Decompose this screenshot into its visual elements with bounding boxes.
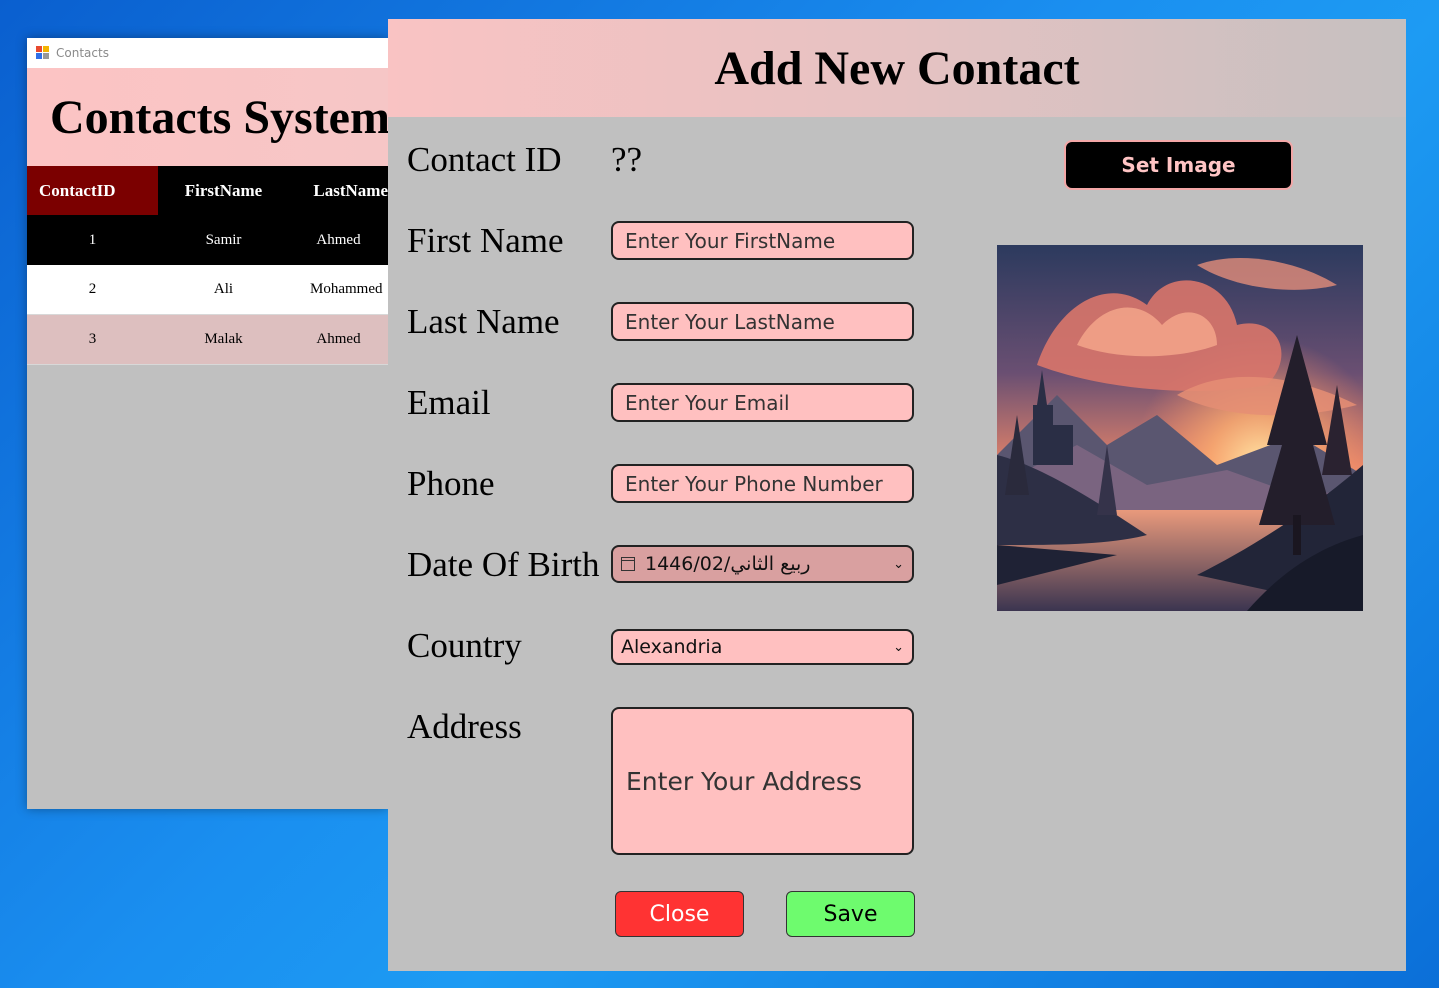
calendar-icon: [621, 557, 635, 571]
cell-id: 1: [88, 231, 97, 248]
contact-id-label: Contact ID: [407, 140, 562, 179]
cell-firstname: Ali: [213, 281, 234, 297]
chevron-down-icon[interactable]: ⌄: [893, 640, 904, 655]
address-textarea[interactable]: Enter Your Address: [611, 707, 914, 855]
contacts-titlebar[interactable]: Contacts: [27, 38, 388, 68]
phone-label: Phone: [407, 464, 495, 503]
column-header-firstname[interactable]: FirstName: [158, 166, 289, 215]
first-name-label: First Name: [407, 221, 564, 260]
landscape-image: [997, 245, 1363, 611]
last-name-label: Last Name: [407, 302, 560, 341]
email-label: Email: [407, 383, 491, 422]
cell-lastname: Ahmed: [316, 331, 361, 347]
cell-firstname: Malak: [204, 331, 243, 347]
last-name-input[interactable]: [611, 302, 914, 341]
cell-id: 3: [88, 331, 97, 347]
contacts-system-header: Contacts System: [27, 68, 388, 166]
date-of-birth-picker[interactable]: 1446/02/ربيع الثاني ⌄: [611, 545, 914, 583]
country-label: Country: [407, 626, 522, 665]
date-of-birth-value: 1446/02/ربيع الثاني: [645, 553, 811, 575]
add-contact-dialog: Add New Contact Contact ID ?? First Name…: [388, 19, 1406, 971]
table-row[interactable]: 3 Malak Ahmed: [27, 315, 388, 365]
cell-firstname: Samir: [205, 231, 242, 248]
column-header-contactid[interactable]: ContactID: [27, 166, 158, 215]
contact-picture: [997, 245, 1363, 611]
chevron-down-icon[interactable]: ⌄: [893, 557, 904, 572]
dialog-title: Add New Contact: [388, 19, 1406, 117]
column-header-lastname[interactable]: LastName: [289, 166, 388, 215]
window-title: Contacts: [56, 46, 109, 60]
set-image-button[interactable]: Set Image: [1064, 140, 1293, 190]
contact-id-value: ??: [611, 140, 643, 179]
contacts-window: Contacts Contacts System ContactID First…: [27, 38, 388, 809]
cell-lastname: Mohammed: [310, 281, 383, 297]
contacts-grid-header: ContactID FirstName LastName: [27, 166, 388, 215]
phone-input[interactable]: [611, 464, 914, 503]
table-row[interactable]: 2 Ali Mohammed: [27, 265, 388, 315]
table-row[interactable]: 1 Samir Ahmed: [27, 215, 388, 265]
cell-lastname: Ahmed: [316, 231, 361, 248]
address-label: Address: [407, 707, 522, 746]
close-button[interactable]: Close: [615, 891, 744, 937]
app-icon: [36, 46, 50, 60]
first-name-input[interactable]: [611, 221, 914, 260]
address-placeholder: Enter Your Address: [626, 766, 862, 796]
save-button[interactable]: Save: [786, 891, 915, 937]
date-of-birth-label: Date Of Birth: [407, 545, 600, 584]
cell-id: 2: [88, 281, 97, 297]
country-select[interactable]: Alexandria ⌄: [611, 629, 914, 665]
country-value: Alexandria: [621, 636, 723, 658]
email-input[interactable]: [611, 383, 914, 422]
